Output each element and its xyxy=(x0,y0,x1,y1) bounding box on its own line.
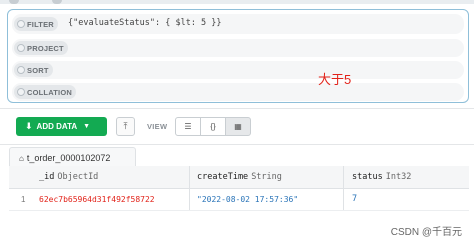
query-bar: FILTER {"evaluateStatus": { $lt: 5 }} PR… xyxy=(7,9,469,103)
cell-status[interactable]: 7 xyxy=(352,188,357,210)
filter-input[interactable]: {"evaluateStatus": { $lt: 5 }} xyxy=(68,18,222,28)
column-divider[interactable] xyxy=(343,166,344,188)
list-view-button[interactable]: ☰ xyxy=(175,117,201,136)
json-view-button[interactable]: {} xyxy=(200,117,226,136)
annotation-text: 大于5 xyxy=(318,72,352,87)
column-header-createtime[interactable]: createTime String xyxy=(197,166,282,188)
sort-chip[interactable]: SORT xyxy=(14,63,53,77)
view-label: VIEW xyxy=(147,122,168,131)
collection-name: t_order_0000102072 xyxy=(26,153,111,163)
documents-table: _id ObjectId createTime String status In… xyxy=(9,166,469,211)
project-toggle-icon[interactable] xyxy=(17,44,25,52)
sort-row[interactable]: SORT xyxy=(12,61,464,79)
filter-label: FILTER xyxy=(27,19,54,29)
filter-toggle-icon[interactable] xyxy=(17,20,25,28)
export-icon: ⤒ xyxy=(123,121,128,131)
table-row[interactable]: 1 62ec7b65964d31f492f58722 "2022-08-02 1… xyxy=(9,188,469,211)
watermark-text: CSDN @千百元 xyxy=(390,227,462,238)
collation-chip[interactable]: COLLATION xyxy=(14,85,76,99)
table-view-icon: ▦ xyxy=(234,122,242,131)
table-view-button[interactable]: ▦ xyxy=(225,117,251,136)
collation-label: COLLATION xyxy=(27,87,72,97)
column-divider xyxy=(343,188,344,210)
filter-chip[interactable]: FILTER xyxy=(14,17,58,31)
filter-row[interactable]: FILTER {"evaluateStatus": { $lt: 5 }} xyxy=(12,14,464,34)
add-data-button[interactable]: ⬇ ADD DATA ▼ xyxy=(16,117,107,136)
column-divider xyxy=(189,188,190,210)
sort-label: SORT xyxy=(27,65,49,75)
house-icon: ⌂ xyxy=(19,153,24,163)
column-header-status[interactable]: status Int32 xyxy=(352,166,411,188)
documents-toolbar: ⬇ ADD DATA ▼ ⤒ VIEW ☰ {} ▦ xyxy=(0,108,474,145)
top-edge-bar xyxy=(0,0,474,4)
add-data-label: ADD DATA xyxy=(36,122,78,131)
download-icon: ⬇ xyxy=(25,121,33,131)
collation-row[interactable]: COLLATION xyxy=(12,83,464,101)
cell-id[interactable]: 62ec7b65964d31f492f58722 xyxy=(39,188,155,210)
column-header-id[interactable]: _id ObjectId xyxy=(39,166,98,188)
cell-createtime[interactable]: "2022-08-02 17:57:36" xyxy=(197,188,298,210)
caret-down-icon: ▼ xyxy=(83,123,91,130)
project-label: PROJECT xyxy=(27,43,64,53)
project-chip[interactable]: PROJECT xyxy=(14,41,68,55)
list-view-icon: ☰ xyxy=(184,122,192,131)
row-number: 1 xyxy=(21,194,26,204)
table-header: _id ObjectId createTime String status In… xyxy=(9,166,469,189)
json-view-icon: {} xyxy=(210,122,216,131)
project-row[interactable]: PROJECT xyxy=(12,39,464,57)
sort-toggle-icon[interactable] xyxy=(17,66,25,74)
export-button[interactable]: ⤒ xyxy=(116,117,135,136)
collation-toggle-icon[interactable] xyxy=(17,88,25,96)
column-divider[interactable] xyxy=(189,166,190,188)
